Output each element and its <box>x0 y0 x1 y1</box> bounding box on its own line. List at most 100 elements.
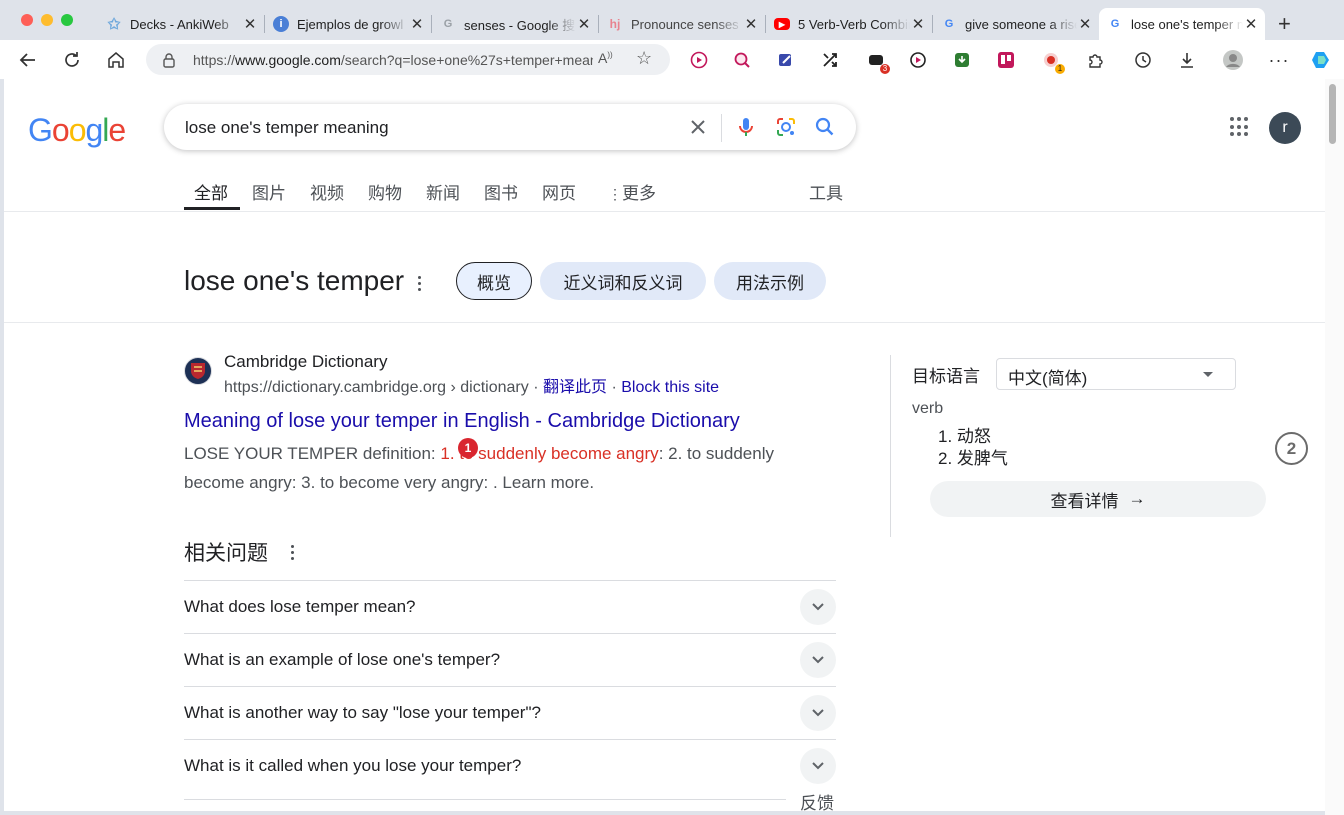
address-bar[interactable]: https://www.google.com/search?q=lose+one… <box>146 44 670 75</box>
video-extension-icon[interactable] <box>688 49 710 71</box>
tab-web[interactable]: 网页 <box>542 179 576 204</box>
record-extension-icon[interactable]: 1 <box>1040 49 1065 74</box>
target-language-label: 目标语言 <box>912 367 980 386</box>
expand-question-button[interactable] <box>800 695 836 731</box>
window-zoom-button[interactable] <box>61 14 73 26</box>
feedback-link[interactable]: 反馈 <box>800 789 834 811</box>
expand-question-button[interactable] <box>800 589 836 625</box>
close-icon[interactable]: ✕ <box>409 15 425 33</box>
tab-title: give someone a rise <box>965 16 1077 32</box>
site-name[interactable]: Cambridge Dictionary <box>224 352 387 372</box>
chip-synonyms[interactable]: 近义词和反义词 <box>540 262 706 300</box>
tab-ankiweb[interactable]: ✩ Decks - AnkiWeb ✕ <box>98 8 264 40</box>
tab-images[interactable]: 图片 <box>252 179 286 204</box>
tab-title: senses - Google 搜索 <box>464 17 576 33</box>
view-details-button[interactable]: 查看详情 → <box>930 481 1266 517</box>
tab-shopping[interactable]: 购物 <box>368 179 402 204</box>
extension-badge: 3 <box>880 64 890 74</box>
search-magnify-extension-icon[interactable] <box>731 49 753 71</box>
section-divider <box>4 322 1325 323</box>
related-question-row[interactable]: What is another way to say "lose your te… <box>184 686 836 739</box>
search-input[interactable]: lose one's temper meaning <box>185 118 389 138</box>
result-snippet: LOSE YOUR TEMPER definition: 1. to sudde… <box>184 444 774 492</box>
window-close-button[interactable] <box>21 14 33 26</box>
tab-growl-examples[interactable]: i Ejemplos de growl ✕ <box>265 8 431 40</box>
tab-lose-temper[interactable]: G lose one's temper meaning ✕ <box>1099 8 1265 40</box>
info-icon: i <box>273 16 289 32</box>
home-icon <box>108 52 124 68</box>
search-submit-button[interactable] <box>813 115 837 139</box>
more-menu-icon[interactable]: ··· <box>1268 49 1290 71</box>
tab-title: lose one's temper meaning <box>1131 16 1243 32</box>
close-icon[interactable]: ✕ <box>1243 15 1259 33</box>
profile-avatar-icon[interactable] <box>1222 49 1244 71</box>
target-language-select[interactable]: 中文(简体) <box>996 358 1236 390</box>
expand-question-button[interactable] <box>800 748 836 784</box>
close-icon[interactable]: ✕ <box>743 15 759 33</box>
edit-pen-extension-icon[interactable] <box>775 49 797 71</box>
back-button[interactable] <box>16 48 40 72</box>
url-text[interactable]: https://www.google.com/search?q=lose+one… <box>193 52 593 68</box>
result-title-link[interactable]: Meaning of lose your temper in English -… <box>184 410 740 433</box>
google-logo[interactable]: Google <box>28 112 126 149</box>
tab-videos[interactable]: 视频 <box>310 179 344 204</box>
related-question-row[interactable]: What is an example of lose one's temper? <box>184 633 836 686</box>
more-vert-icon[interactable] <box>418 276 422 294</box>
cambridge-favicon[interactable] <box>184 357 212 385</box>
chip-usage-examples[interactable]: 用法示例 <box>714 262 826 300</box>
tab-more[interactable]: ⋮更多 <box>608 179 656 204</box>
gamepad-extension-icon[interactable]: 3 <box>865 49 890 74</box>
home-button[interactable] <box>104 48 128 72</box>
google-apps-grid-icon[interactable] <box>1230 117 1250 137</box>
voice-search-button[interactable] <box>734 115 758 139</box>
window-minimize-button[interactable] <box>41 14 53 26</box>
image-search-button[interactable] <box>774 115 798 139</box>
search-icon <box>815 117 834 136</box>
tab-youtube-verb[interactable]: ▶ 5 Verb-Verb Combinations ✕ <box>766 8 932 40</box>
expand-question-button[interactable] <box>800 642 836 678</box>
chip-overview[interactable]: 概览 <box>456 262 532 300</box>
search-box[interactable]: lose one's temper meaning <box>164 104 856 150</box>
translate-page-link[interactable]: 翻译此页 <box>543 379 607 396</box>
tab-pronounce-senses[interactable]: hj Pronounce senses ✕ <box>599 8 765 40</box>
extensions-puzzle-icon[interactable] <box>1084 49 1106 71</box>
related-question-row[interactable]: What is it called when you lose your tem… <box>184 739 836 792</box>
history-icon[interactable] <box>1132 49 1154 71</box>
more-vert-icon[interactable] <box>291 545 295 563</box>
clear-search-button[interactable] <box>686 115 710 139</box>
web-page: Google lose one's temper meaning r 全部 图片… <box>4 79 1325 811</box>
reload-button[interactable] <box>60 48 84 72</box>
google-g-icon: G <box>1110 18 1120 30</box>
copilot-icon[interactable] <box>1310 49 1332 71</box>
lock-icon[interactable] <box>162 52 176 68</box>
close-icon[interactable]: ✕ <box>910 15 926 33</box>
result-url[interactable]: https://dictionary.cambridge.org › dicti… <box>224 379 529 396</box>
close-icon[interactable]: ✕ <box>576 15 592 33</box>
account-avatar[interactable]: r <box>1269 112 1301 144</box>
block-site-link[interactable]: Block this site <box>621 379 719 396</box>
scrollbar-thumb[interactable] <box>1329 84 1336 144</box>
favorite-star-icon[interactable]: ☆ <box>636 48 652 69</box>
arrow-left-icon <box>19 53 35 67</box>
screen-capture-extension-icon[interactable] <box>907 49 929 71</box>
downloads-icon[interactable] <box>1176 49 1198 71</box>
tab-books[interactable]: 图书 <box>484 179 518 204</box>
read-aloud-icon[interactable]: A)) <box>598 50 613 66</box>
tab-all[interactable]: 全部 <box>194 179 228 204</box>
tab-senses-search[interactable]: G senses - Google 搜索 ✕ <box>432 8 598 40</box>
new-tab-button[interactable]: + <box>1278 11 1291 37</box>
download-box-extension-icon[interactable] <box>951 49 973 71</box>
page-scrollbar[interactable] <box>1325 79 1344 815</box>
related-question-row[interactable]: What does lose temper mean? <box>184 580 836 633</box>
tab-news[interactable]: 新闻 <box>426 179 460 204</box>
reload-icon <box>65 52 79 67</box>
related-question-text: What is it called when you lose your tem… <box>184 756 522 775</box>
tab-give-someone[interactable]: G give someone a rise ✕ <box>933 8 1099 40</box>
active-tab-indicator <box>184 207 240 210</box>
close-icon[interactable]: ✕ <box>1077 15 1093 33</box>
trello-extension-icon[interactable] <box>995 49 1017 71</box>
tools-button[interactable]: 工具 <box>809 179 843 204</box>
shuffle-extension-icon[interactable] <box>819 49 841 71</box>
arrow-right-icon: → <box>1128 489 1146 508</box>
close-icon[interactable]: ✕ <box>242 15 258 33</box>
